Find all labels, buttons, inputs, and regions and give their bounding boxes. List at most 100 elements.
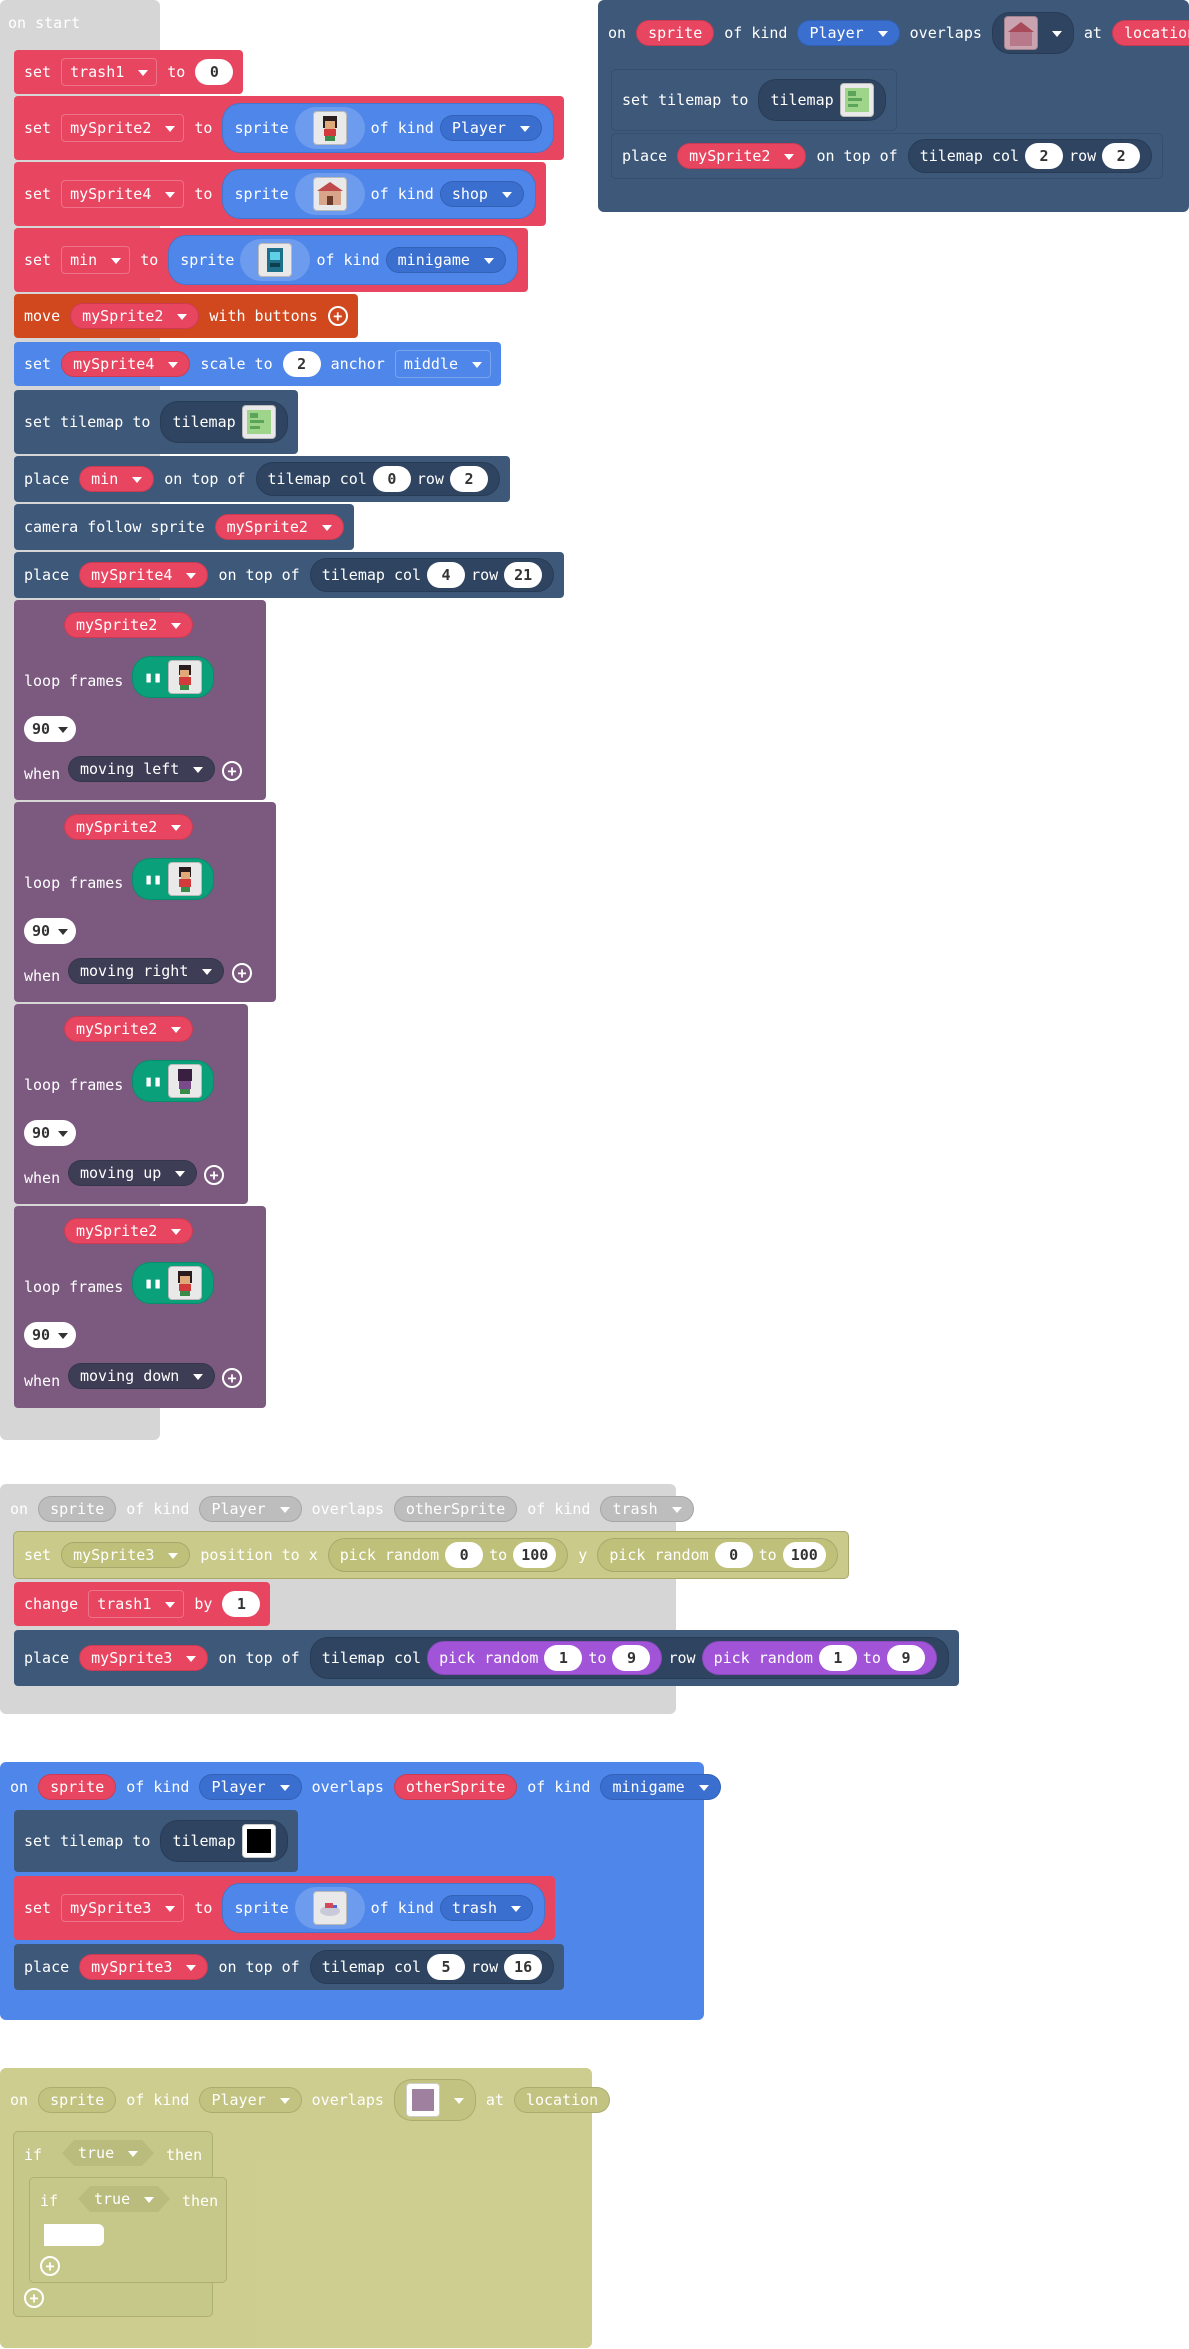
change-trash1-block[interactable]: change trash1 by 1 <box>14 1582 271 1626</box>
direction-dropdown[interactable]: moving down <box>68 1363 216 1389</box>
add-else-plus-icon[interactable]: + <box>24 2288 44 2308</box>
condition-dropdown[interactable]: true <box>62 2140 154 2166</box>
set-min-block[interactable]: set min to sprite of kind minigame <box>14 228 528 292</box>
row-from-input[interactable]: 1 <box>818 1645 857 1671</box>
tile-dropdown[interactable] <box>393 2079 476 2121</box>
variable-dropdown[interactable]: mySprite3 <box>61 1542 191 1568</box>
location-parameter[interactable]: location <box>513 2087 611 2113</box>
sprite-variable-dropdown[interactable]: mySprite2 <box>64 612 194 638</box>
variable-dropdown[interactable]: mySprite3 <box>61 1894 185 1922</box>
variable-dropdown[interactable]: mySprite2 <box>677 143 807 169</box>
kind-dropdown[interactable]: Player <box>199 1496 302 1522</box>
place-mysprite3-block[interactable]: place mySprite3 on top of tilemap col 5 … <box>14 1944 565 1990</box>
sprite-variable-dropdown[interactable]: mySprite2 <box>64 1016 194 1042</box>
direction-dropdown[interactable]: moving right <box>68 958 225 984</box>
pick-random-x-reporter[interactable]: pick random 0 to 100 <box>327 1538 569 1572</box>
interval-dropdown[interactable]: 90 <box>24 716 77 742</box>
other-sprite-parameter[interactable]: otherSprite <box>393 1496 518 1522</box>
tilemap-reporter[interactable]: tilemap <box>758 79 886 121</box>
place-random-block[interactable]: place mySprite3 on top of tilemap col pi… <box>14 1630 959 1686</box>
set-scale-block[interactable]: set mySprite4 scale to 2 anchor middle <box>14 342 501 386</box>
variable-dropdown[interactable]: trash1 <box>88 1590 185 1618</box>
tilemap-col-row-reporter[interactable]: tilemap col pick random 1 to 9 row pick … <box>309 1637 949 1679</box>
set-mysprite2-block[interactable]: set mySprite2 to sprite of kind Player <box>14 96 565 160</box>
move-with-buttons-block[interactable]: move mySprite2 with buttons + <box>14 294 358 338</box>
row-input[interactable]: 2 <box>1102 143 1141 169</box>
set-mysprite3-block[interactable]: set mySprite3 to sprite of kind trash <box>14 1876 555 1940</box>
other-sprite-parameter[interactable]: otherSprite <box>393 1774 518 1800</box>
row-input[interactable]: 2 <box>449 466 488 492</box>
tilemap-reporter[interactable]: tilemap <box>160 401 288 443</box>
kind-dropdown[interactable]: trash <box>439 1895 533 1921</box>
expand-plus-icon[interactable]: + <box>222 1368 242 1388</box>
set-trash1-block[interactable]: set trash1 to 0 <box>14 50 244 94</box>
add-else-plus-icon[interactable]: + <box>40 2256 60 2276</box>
variable-dropdown[interactable]: mySprite2 <box>214 514 344 540</box>
variable-dropdown[interactable]: mySprite4 <box>61 351 191 377</box>
sprite-parameter[interactable]: sprite <box>38 1496 117 1522</box>
col-input[interactable]: 2 <box>1025 143 1064 169</box>
tilemap-preview-icon[interactable] <box>241 405 276 439</box>
outer-if-block[interactable]: if true then if true then + + <box>14 2132 226 2316</box>
inner-if-block[interactable]: if true then + <box>30 2178 226 2282</box>
change-value-input[interactable]: 1 <box>222 1591 261 1617</box>
variable-dropdown[interactable]: mySprite4 <box>79 562 209 588</box>
tilemap-col-row-reporter[interactable]: tilemap col 2 row 2 <box>907 139 1153 173</box>
sprite-variable-dropdown[interactable]: mySprite2 <box>64 814 194 840</box>
col-from-input[interactable]: 1 <box>544 1645 583 1671</box>
empty-statement-slot[interactable] <box>44 2224 104 2246</box>
anchor-dropdown[interactable]: middle <box>394 350 491 378</box>
tilemap-reporter[interactable]: tilemap <box>160 1820 288 1862</box>
interval-dropdown[interactable]: 90 <box>24 1120 77 1146</box>
sprite-parameter[interactable]: sprite <box>38 2087 117 2113</box>
x-from-input[interactable]: 0 <box>445 1542 484 1568</box>
sprite-image-field[interactable] <box>294 173 365 215</box>
value-input[interactable]: 0 <box>195 59 234 85</box>
variable-dropdown[interactable]: min <box>79 466 155 492</box>
kind-dropdown[interactable]: Player <box>797 20 900 46</box>
kind-dropdown[interactable]: shop <box>439 181 524 207</box>
col-input[interactable]: 4 <box>427 562 466 588</box>
sprite-parameter[interactable]: sprite <box>636 20 715 46</box>
variable-dropdown[interactable]: mySprite3 <box>79 1645 209 1671</box>
animation-block-right[interactable]: mySprite2 loop frames ▮▮ 90 when moving … <box>14 802 276 1002</box>
pick-random-y-reporter[interactable]: pick random 0 to 100 <box>597 1538 838 1572</box>
direction-dropdown[interactable]: moving up <box>68 1160 198 1186</box>
kind-dropdown[interactable]: Player <box>199 1774 302 1800</box>
tile-dropdown[interactable] <box>991 12 1074 54</box>
tilemap-col-row-reporter[interactable]: tilemap col 4 row 21 <box>309 558 555 592</box>
sprite-image-field[interactable] <box>240 239 311 281</box>
variable-dropdown[interactable]: min <box>61 246 131 274</box>
interval-dropdown[interactable]: 90 <box>24 1322 77 1348</box>
place-mysprite4-block[interactable]: place mySprite4 on top of tilemap col 4 … <box>14 552 565 598</box>
y-from-input[interactable]: 0 <box>714 1542 753 1568</box>
col-to-input[interactable]: 9 <box>612 1645 651 1671</box>
animation-block-left[interactable]: mySprite2 loop frames ▮▮ 90 when moving … <box>14 600 266 800</box>
sprite-of-kind-reporter[interactable]: sprite of kind shop <box>222 169 536 219</box>
col-input[interactable]: 0 <box>372 466 411 492</box>
kind-dropdown[interactable]: Player <box>439 115 543 141</box>
interval-dropdown[interactable]: 90 <box>24 918 77 944</box>
variable-dropdown[interactable]: mySprite2 <box>70 303 200 329</box>
variable-dropdown[interactable]: mySprite4 <box>61 180 185 208</box>
location-parameter[interactable]: location <box>1111 20 1189 46</box>
place-min-block[interactable]: place min on top of tilemap col 0 row 2 <box>14 456 510 502</box>
kind-dropdown[interactable]: minigame <box>385 247 506 273</box>
row-input[interactable]: 16 <box>504 1954 543 1980</box>
set-tilemap-block[interactable]: set tilemap to tilemap <box>14 390 298 454</box>
overlap-location-event[interactable]: on sprite of kind Player overlaps at loc… <box>598 0 1189 212</box>
expand-plus-icon[interactable]: + <box>232 963 252 983</box>
variable-dropdown[interactable]: trash1 <box>61 58 158 86</box>
kind-dropdown-2[interactable]: trash <box>600 1496 694 1522</box>
camera-follow-block[interactable]: camera follow sprite mySprite2 <box>14 504 354 550</box>
tilemap-col-row-reporter[interactable]: tilemap col 0 row 2 <box>255 462 500 496</box>
x-to-input[interactable]: 100 <box>513 1542 557 1568</box>
set-mysprite4-block[interactable]: set mySprite4 to sprite of kind shop <box>14 162 546 226</box>
y-to-input[interactable]: 100 <box>782 1542 826 1568</box>
pick-random-row-reporter[interactable]: pick random 1 to 9 <box>701 1641 937 1675</box>
set-position-block[interactable]: set mySprite3 position to x pick random … <box>14 1532 848 1578</box>
set-tilemap-block[interactable]: set tilemap to tilemap <box>14 1810 298 1872</box>
animation-block-up[interactable]: mySprite2 loop frames ▮▮ 90 when moving … <box>14 1004 248 1204</box>
sprite-parameter[interactable]: sprite <box>38 1774 117 1800</box>
set-tilemap-block[interactable]: set tilemap to tilemap <box>612 70 896 130</box>
